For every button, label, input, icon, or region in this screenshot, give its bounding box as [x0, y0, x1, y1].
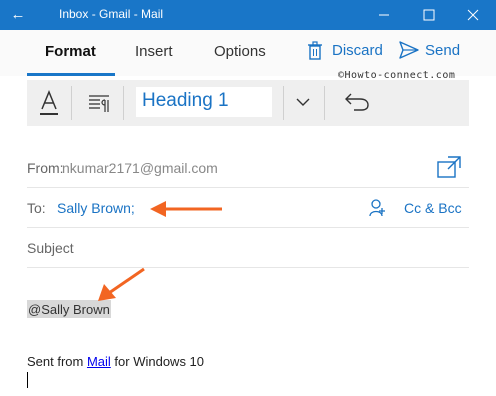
subject-row[interactable]: Subject	[27, 228, 469, 268]
mail-link[interactable]: Mail	[87, 354, 111, 369]
tab-insert[interactable]: Insert	[135, 43, 173, 60]
style-selector[interactable]: Heading 1	[136, 87, 272, 117]
from-account[interactable]: nkumar2171@gmail.com	[62, 160, 218, 176]
toolbar-divider	[123, 86, 124, 120]
to-label: To:	[27, 200, 46, 216]
format-toolbar: Heading 1	[27, 80, 469, 126]
tab-selected-indicator	[27, 73, 115, 76]
text-cursor	[27, 372, 28, 388]
toolbar-divider	[324, 86, 325, 120]
add-person-icon[interactable]	[369, 199, 385, 217]
annotation-arrow-to	[150, 201, 222, 217]
annotation-arrow-mention	[98, 267, 145, 301]
window-title: Inbox - Gmail - Mail	[59, 7, 164, 21]
minimize-icon[interactable]	[374, 5, 394, 25]
paragraph-icon[interactable]	[88, 93, 110, 113]
maximize-icon[interactable]	[419, 5, 439, 25]
cc-bcc-button[interactable]: Cc & Bcc	[404, 200, 462, 216]
signature-suffix: for Windows 10	[110, 354, 205, 369]
undo-icon[interactable]	[344, 92, 370, 112]
tab-options[interactable]: Options	[214, 43, 266, 60]
send-button[interactable]: Send	[425, 42, 460, 59]
tab-format[interactable]: Format	[45, 43, 96, 60]
toolbar-divider	[71, 86, 72, 120]
trash-icon[interactable]	[307, 41, 323, 61]
signature: Sent from Mail for Windows 10	[27, 354, 204, 369]
pop-out-icon[interactable]	[437, 156, 461, 178]
back-arrow-icon[interactable]: ←	[8, 5, 28, 25]
font-format-icon[interactable]	[38, 89, 60, 117]
from-label: From:	[27, 160, 64, 176]
signature-prefix: Sent from	[27, 354, 87, 369]
toolbar-divider	[283, 86, 284, 120]
title-bar: ← Inbox - Gmail - Mail	[0, 0, 496, 30]
from-row: From: nkumar2171@gmail.com	[27, 148, 469, 188]
chevron-down-icon[interactable]	[295, 94, 311, 110]
to-recipient[interactable]: Sally Brown;	[57, 200, 135, 216]
discard-button[interactable]: Discard	[332, 42, 383, 59]
close-icon[interactable]	[463, 5, 483, 25]
subject-input[interactable]: Subject	[27, 240, 74, 256]
to-row: To: Sally Brown; Cc & Bcc	[27, 188, 469, 228]
send-icon[interactable]	[399, 41, 419, 59]
